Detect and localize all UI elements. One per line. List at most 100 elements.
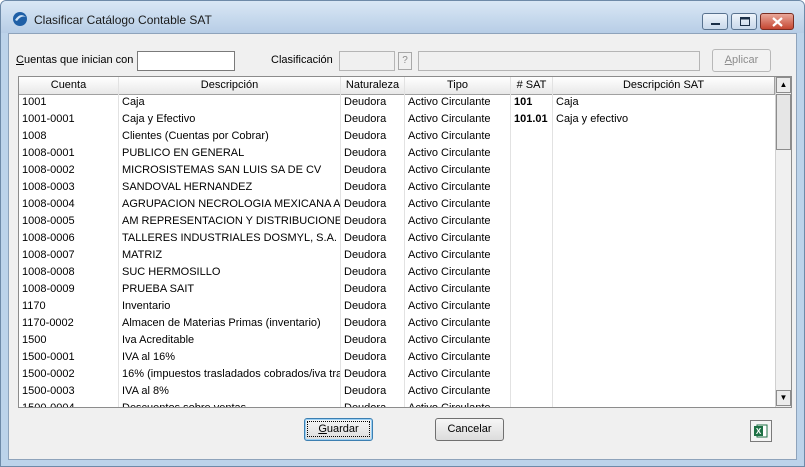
table-row[interactable]: 1008-0003 SANDOVAL HERNANDEZ Deudora Activo… (19, 179, 775, 196)
cell-num-sat (511, 281, 552, 298)
minimize-button[interactable] (702, 13, 728, 30)
clasificacion-description-field[interactable] (418, 51, 700, 71)
cell-tipo: Activo Circulante (408, 232, 491, 244)
table-row[interactable]: 1170 Inventario Deudora Activo Circulante (19, 298, 775, 315)
clasificacion-help-button[interactable]: ? (398, 52, 412, 70)
cell-tipo: Activo Circulante (408, 181, 491, 193)
cell-descripcion-sat (553, 162, 774, 179)
scroll-up-button[interactable]: ▲ (776, 77, 791, 93)
cell-descripcion: Almacen de Materias Primas (inventario) (122, 317, 321, 329)
cell-cuenta: 1001-0001 (22, 113, 75, 125)
cell-num-sat (511, 213, 552, 230)
table-row[interactable]: 1008-0008 SUC HERMOSILLO Deudora Activo Cir… (19, 264, 775, 281)
cell-descripcion-sat: Caja y efectivo (556, 113, 629, 125)
export-excel-button[interactable]: X (750, 420, 772, 442)
cell-num-sat (511, 196, 552, 213)
header-num-sat[interactable]: # SAT (511, 77, 553, 94)
header-tipo[interactable]: Tipo (405, 77, 511, 94)
table-row[interactable]: 1008-0006 TALLERES INDUSTRIALES DOSMYL, S… (19, 230, 775, 247)
aplicar-button[interactable]: Aplicar (712, 49, 771, 72)
guardar-button[interactable]: Guardar (304, 418, 373, 441)
cell-num-sat (511, 179, 552, 196)
cuentas-filter-input[interactable] (137, 51, 235, 71)
cell-cuenta: 1500-0003 (22, 385, 75, 397)
scroll-down-button[interactable]: ▼ (776, 390, 791, 406)
cell-naturaleza: Deudora (344, 181, 387, 193)
clasificacion-label: Clasificación (271, 54, 333, 66)
scroll-down-icon: ▼ (779, 393, 788, 402)
clasificacion-code-field[interactable] (339, 51, 395, 71)
dialog-body: Cuentas que inician con Clasificación ? … (8, 33, 797, 460)
cell-cuenta: 1500-0002 (22, 368, 75, 380)
table-row[interactable]: 1008-0009 PRUEBA SAIT Deudora Activo Circul… (19, 281, 775, 298)
cell-cuenta: 1008-0004 (22, 198, 75, 210)
table-row[interactable]: 1008 Clientes (Cuentas por Cobrar) Deudora… (19, 128, 775, 145)
table-row[interactable]: 1001-0001 Caja y Efectivo Deudora Activo Ci… (19, 111, 775, 128)
table-row[interactable]: 1500-0003 IVA al 8% Deudora Activo Circulan… (19, 383, 775, 400)
table-row[interactable]: 1008-0007 MATRIZ Deudora Activo Circulante (19, 247, 775, 264)
cell-descripcion: AM REPRESENTACION Y DISTRIBUCIONES DE (122, 215, 340, 227)
column-divider (340, 77, 341, 407)
cell-descripcion: IVA al 16% (122, 351, 175, 363)
cell-num-sat (511, 383, 552, 400)
cell-cuenta: 1008-0009 (22, 283, 75, 295)
vertical-scrollbar[interactable]: ▲ ▼ (775, 77, 791, 407)
cell-cuenta: 1001 (22, 96, 47, 108)
cell-naturaleza: Deudora (344, 368, 387, 380)
cell-num-sat (511, 315, 552, 332)
close-button[interactable] (760, 13, 794, 30)
cell-naturaleza: Deudora (344, 232, 387, 244)
cell-descripcion-sat (553, 315, 774, 332)
cell-tipo: Activo Circulante (405, 400, 510, 407)
cell-tipo: Activo Circulante (408, 147, 491, 159)
table-row[interactable]: 1008-0004 AGRUPACION NECROLOGIA MEXICANA … (19, 196, 775, 213)
cell-naturaleza: Deudora (344, 198, 387, 210)
table-row[interactable]: 1008-0002 MICROSISTEMAS SAN LUIS SA DE CV… (19, 162, 775, 179)
table-row[interactable]: 1500-0004Descuentos sobre ventasDeudoraA… (19, 400, 775, 407)
maximize-button[interactable] (731, 13, 757, 30)
cell-tipo: Activo Circulante (408, 283, 491, 295)
cell-naturaleza: Deudora (344, 164, 387, 176)
header-descripcion[interactable]: Descripción (119, 77, 341, 94)
cuentas-label: Cuentas que inician con (16, 54, 134, 66)
cell-cuenta: 1008-0006 (22, 232, 75, 244)
cell-num-sat: 101.01 (514, 113, 548, 125)
cancelar-button[interactable]: Cancelar (435, 418, 504, 441)
cell-num-sat (511, 298, 552, 315)
header-naturaleza[interactable]: Naturaleza (341, 77, 405, 94)
cell-naturaleza: Deudora (344, 283, 387, 295)
table-row[interactable]: 1008-0005 AM REPRESENTACION Y DISTRIBUCIO… (19, 213, 775, 230)
table-row[interactable]: 1500-0002 16% (impuestos trasladados cobr… (19, 366, 775, 383)
cell-tipo: Activo Circulante (408, 249, 491, 261)
table-row[interactable]: 1170-0002 Almacen de Materias Primas (inv… (19, 315, 775, 332)
cell-naturaleza: Deudora (344, 334, 387, 346)
cell-tipo: Activo Circulante (408, 351, 491, 363)
accounts-grid[interactable]: Cuenta Descripción Naturaleza Tipo # SAT… (18, 76, 792, 408)
header-cuenta[interactable]: Cuenta (19, 77, 119, 94)
cell-tipo: Activo Circulante (408, 164, 491, 176)
scroll-thumb[interactable] (776, 94, 791, 150)
cell-tipo: Activo Circulante (408, 266, 491, 278)
table-row[interactable]: 1008-0001 PUBLICO EN GENERAL Deudora Activo… (19, 145, 775, 162)
cell-num-sat (511, 332, 552, 349)
table-row[interactable]: 1500 Iva Acreditable Deudora Activo Circula… (19, 332, 775, 349)
cell-descripcion-sat (553, 264, 774, 281)
cell-tipo: Activo Circulante (408, 215, 491, 227)
cell-cuenta: 1170-0002 (22, 317, 74, 329)
cell-descripcion: SUC HERMOSILLO (122, 266, 221, 278)
cell-descripcion-sat (553, 298, 774, 315)
cell-num-sat (511, 230, 552, 247)
cell-cuenta: 1008-0008 (22, 266, 75, 278)
cell-descripcion-sat (553, 128, 774, 145)
table-row[interactable]: 1001 Caja Deudora Activo Circulante 101 Caja (19, 94, 775, 111)
cell-descripcion: MICROSISTEMAS SAN LUIS SA DE CV (122, 164, 322, 176)
cell-descripcion: SANDOVAL HERNANDEZ (122, 181, 253, 193)
cell-descripcion: AGRUPACION NECROLOGIA MEXICANA AC (122, 198, 340, 210)
close-icon (772, 17, 783, 27)
cell-naturaleza: Deudora (344, 215, 387, 227)
cell-descripcion-sat (553, 383, 774, 400)
maximize-icon (740, 17, 750, 26)
header-descripcion-sat[interactable]: Descripción SAT (553, 77, 775, 94)
table-row[interactable]: 1500-0001 IVA al 16% Deudora Activo Circula… (19, 349, 775, 366)
cell-tipo: Activo Circulante (408, 198, 491, 210)
